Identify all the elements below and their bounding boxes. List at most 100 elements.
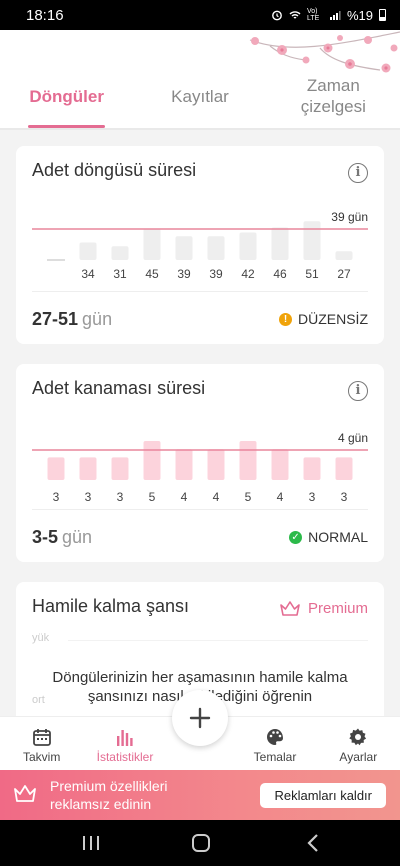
premium-label: Premium: [307, 600, 368, 617]
chart-bar[interactable]: [271, 449, 289, 480]
chart-bar[interactable]: [111, 246, 129, 260]
chart-bar[interactable]: [47, 457, 65, 480]
status-icons: Vo) LTE %19: [271, 8, 386, 23]
bar-value-label: 51: [305, 267, 319, 281]
calendar-icon: [32, 729, 51, 746]
period-length-chart: 3 3 3 5 4 4 5 4 3 3 4 gün: [32, 431, 368, 504]
top-tabs-header: Döngüler Kayıtlar Zaman çizelgesi: [0, 30, 400, 128]
crown-icon: [14, 785, 36, 802]
status-text: DÜZENSİZ: [298, 311, 368, 327]
chart-bar[interactable]: [175, 236, 193, 260]
ad-text: Premium özellikleri reklamsız edinin: [50, 777, 167, 813]
cycle-range-unit: gün: [82, 309, 113, 329]
bar-value-label: 4: [213, 490, 220, 504]
status-badge: ! DÜZENSİZ: [279, 311, 368, 327]
palette-icon: [266, 729, 283, 745]
period-length-card[interactable]: Adet kanaması süresi i 33354454334 gün 3…: [16, 364, 384, 562]
wifi-icon: [289, 11, 301, 19]
bar-value-label: 4: [277, 490, 284, 504]
chart-bar[interactable]: [143, 441, 161, 480]
tab-timeline[interactable]: Zaman çizelgesi: [267, 75, 400, 128]
bar-value-label: 5: [245, 490, 252, 504]
cycle-length-card[interactable]: Adet döngüsü süresi i 34 31 45 39 39 42 46 51 27…: [16, 146, 384, 344]
nav-calendar-label: Takvim: [22, 750, 61, 764]
status-bar: 18:16 Vo) LTE %19: [0, 0, 400, 30]
chart-bar[interactable]: [79, 457, 97, 480]
chart-bar[interactable]: [239, 232, 257, 261]
warning-icon: !: [279, 312, 292, 326]
ad-text-line1: Premium özellikleri: [50, 778, 168, 794]
chart-bar[interactable]: [335, 457, 353, 480]
tab-timeline-label-line2: çizelgesi: [300, 97, 366, 116]
average-label: 4 gün: [338, 431, 368, 445]
nav-themes[interactable]: Temalar: [233, 717, 316, 770]
status-text: NORMAL: [308, 529, 368, 545]
average-label: 39 gün: [331, 210, 368, 224]
cycle-length-chart: 34 31 45 39 39 42 46 51 27 39 gün: [32, 210, 368, 281]
remove-ads-button[interactable]: Reklamları kaldır: [260, 783, 386, 808]
chart-bar[interactable]: [79, 242, 97, 261]
chart-bar[interactable]: [207, 449, 225, 480]
nav-statistics[interactable]: İstatistikler: [83, 717, 166, 770]
bar-value-label: 45: [145, 267, 159, 281]
bar-value-label: 3: [85, 490, 92, 504]
ad-banner[interactable]: Premium özellikleri reklamsız edinin Rek…: [0, 770, 400, 820]
chart-bar[interactable]: [175, 449, 193, 480]
system-navigation-bar: [0, 820, 400, 866]
nav-calendar[interactable]: Takvim: [0, 717, 83, 770]
header-divider: [0, 128, 400, 130]
chart-bar[interactable]: [111, 457, 129, 480]
period-range: 3-5 gün: [32, 527, 92, 548]
crown-icon: [280, 600, 300, 616]
home-icon[interactable]: [191, 833, 211, 853]
bar-value-label: 34: [81, 267, 95, 281]
alarm-icon: [272, 10, 282, 21]
card-divider: [32, 509, 368, 510]
back-icon[interactable]: [306, 833, 320, 853]
period-range-value: 3-5: [32, 527, 59, 547]
gear-icon: [349, 728, 367, 746]
check-icon: ✓: [289, 530, 303, 544]
recent-apps-icon[interactable]: [82, 833, 100, 853]
nav-statistics-label: İstatistikler: [96, 750, 154, 764]
chart-bar[interactable]: [303, 221, 321, 260]
faint-axis-label: yük: [32, 632, 50, 644]
chart-bar[interactable]: [239, 441, 257, 480]
chart-bar[interactable]: [207, 236, 225, 260]
bar-value-label: 27: [337, 267, 351, 281]
bar-value-label: 5: [149, 490, 156, 504]
status-badge: ✓ NORMAL: [289, 529, 368, 545]
premium-link[interactable]: Premium: [280, 600, 368, 617]
add-button[interactable]: [172, 690, 228, 746]
signal-icon: [329, 11, 341, 20]
bar-chart-icon: [116, 730, 133, 746]
tab-cycles[interactable]: Döngüler: [0, 75, 133, 128]
faint-gridline: [68, 640, 368, 641]
chart-bar[interactable]: [271, 227, 289, 261]
bar-value-label: 3: [53, 490, 60, 504]
nav-settings-label: Ayarlar: [339, 750, 378, 764]
battery-icon: [379, 9, 386, 21]
status-time: 18:16: [26, 6, 64, 24]
chart-bar[interactable]: [335, 251, 353, 260]
tab-records-label: Kayıtlar: [171, 87, 229, 106]
bar-value-label: 31: [113, 267, 127, 281]
bar-value-label: 3: [341, 490, 348, 504]
card-title: Hamile kalma şansı: [32, 596, 190, 616]
period-range-unit: gün: [62, 527, 93, 547]
bar-value-label: 3: [117, 490, 124, 504]
chart-bar[interactable]: [303, 457, 321, 480]
cycle-range: 27-51 gün: [32, 309, 112, 330]
bar-value-label: 3: [309, 490, 316, 504]
bar-value-label: 39: [177, 267, 191, 281]
cycle-range-value: 27-51: [32, 309, 79, 329]
nav-settings[interactable]: Ayarlar: [317, 717, 400, 770]
network-label: Vo) LTE: [306, 8, 320, 22]
chart-bar[interactable]: [143, 228, 161, 260]
tab-records[interactable]: Kayıtlar: [133, 75, 266, 128]
tab-timeline-label-line1: Zaman: [306, 76, 360, 95]
bar-value-label: 4: [181, 490, 188, 504]
promo-text-line1: Döngülerinizin her aşamasının hamile kal…: [52, 669, 348, 686]
plus-icon: [189, 707, 211, 729]
faint-axis-label: ort: [32, 694, 45, 706]
